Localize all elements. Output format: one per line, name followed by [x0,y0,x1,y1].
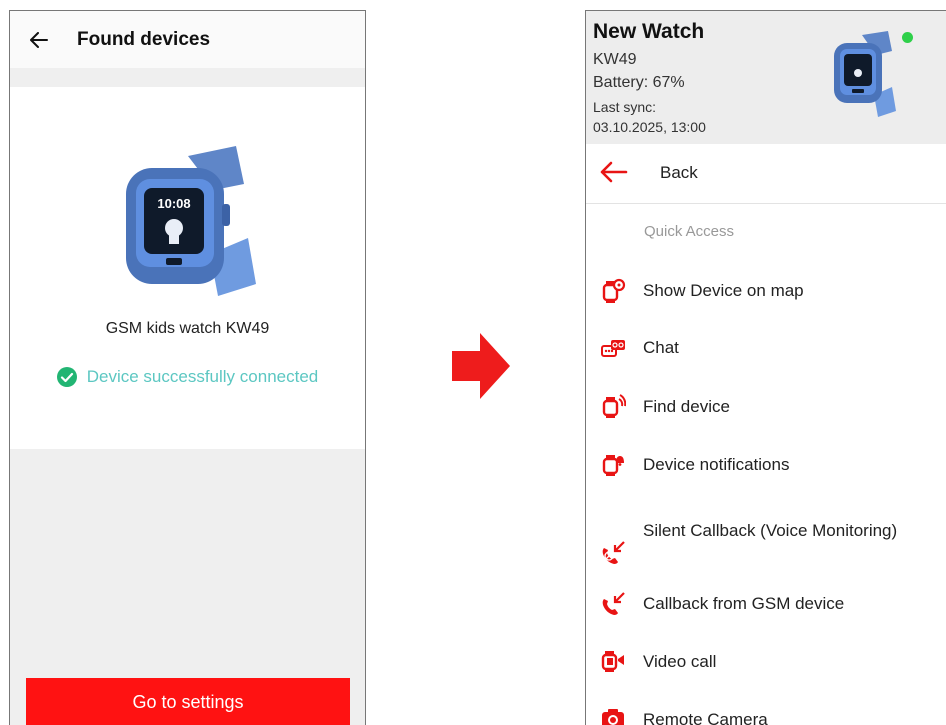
menu-item-video-call[interactable]: Video call [586,645,946,685]
device-name: GSM kids watch KW49 [105,320,270,337]
found-devices-screen: Found devices 10:08 GSM kids watch KW49 … [9,10,366,725]
menu-item-device-notifications[interactable]: Device notifications [586,448,946,488]
menu-item-chat[interactable]: Chat [586,331,946,371]
top-bar: Found devices [10,11,365,68]
watch-thumbnail-icon [834,31,896,117]
device-header: New Watch KW49 Battery: 67% Last sync: 0… [586,11,946,144]
chat-icon [601,340,625,357]
connection-status: Device successfully connected [10,367,365,387]
watch-ring-icon [602,394,626,418]
watch-location-icon [602,278,626,303]
video-call-icon [601,651,624,672]
last-sync-value: 03.10.2025, 13:00 [593,119,706,135]
last-sync-label: Last sync: [593,99,657,115]
status-text: Device successfully connected [86,367,319,386]
watch-bell-icon [602,455,624,476]
spacer [10,68,365,87]
menu-item-show-device-on-map[interactable]: Show Device on map [586,273,946,313]
silent-callback-icon [602,541,625,564]
menu-item-silent-callback[interactable]: Silent Callback (Voice Monitoring) [586,514,946,574]
right-arrow-icon [452,333,510,399]
device-model: KW49 [593,51,637,68]
menu-item-find-device[interactable]: Find device [586,390,946,430]
watch-time: 10:08 [157,196,190,211]
battery-status: Battery: 67% [593,74,685,91]
callback-phone-icon [602,592,625,615]
menu-item-callback-from-gsm-device[interactable]: Callback from GSM device [586,587,946,627]
watch-image-icon: 10:08 [126,146,256,296]
back-arrow-icon[interactable] [600,161,628,183]
camera-icon [602,709,624,725]
back-row[interactable]: Back [586,144,946,204]
device-card: 10:08 GSM kids watch KW49 Device success… [10,87,365,449]
go-to-settings-button[interactable]: Go to settings [26,678,350,725]
back-arrow-icon[interactable] [29,30,49,50]
menu-item-remote-camera[interactable]: Remote Camera [586,703,946,725]
online-indicator [902,32,913,43]
check-circle-icon [56,367,77,387]
page-title: Found devices [77,28,211,50]
device-menu-screen: New Watch KW49 Battery: 67% Last sync: 0… [585,10,946,725]
device-title: New Watch [593,20,705,43]
section-heading: Quick Access [644,223,735,240]
back-label[interactable]: Back [660,163,698,183]
